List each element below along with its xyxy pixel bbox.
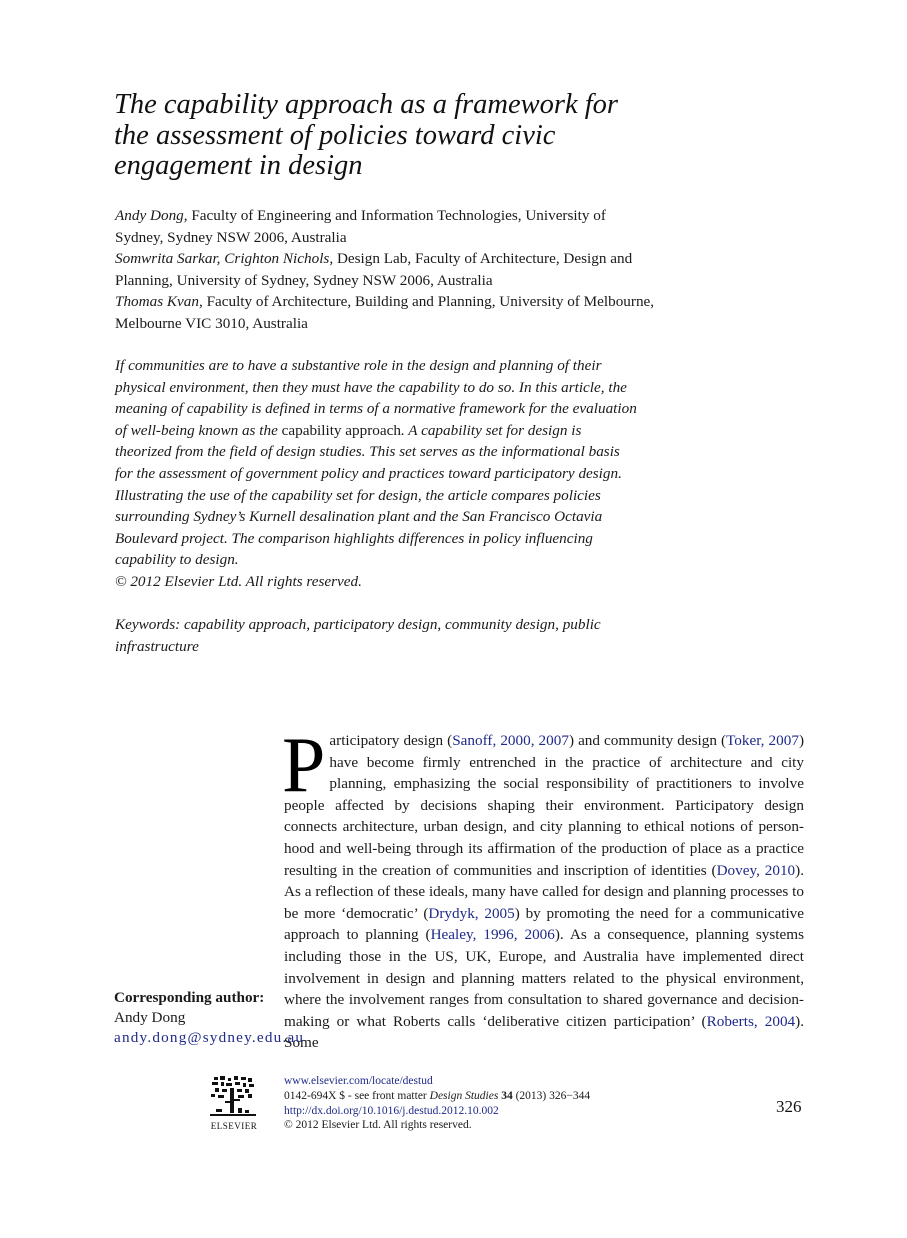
elsevier-wordmark: ELSEVIER xyxy=(210,1121,258,1131)
journal-volume: 34 xyxy=(501,1089,513,1102)
elsevier-logo: ELSEVIER xyxy=(208,1075,260,1133)
citation-link[interactable]: Healey, 1996, 2006 xyxy=(431,926,555,943)
corresponding-author: Corresponding author: Andy Dong andy.don… xyxy=(114,988,303,1048)
corresponding-author-label: Corresponding author: xyxy=(114,989,265,1006)
abstract-term: capability approach xyxy=(281,421,401,439)
body-text: articipatory design (Sanoff, 2000, 2007)… xyxy=(284,732,804,1051)
citation-line: 0142-694X $ - see front matter Design St… xyxy=(284,1089,644,1104)
doi-link[interactable]: http://dx.doi.org/10.1016/j.destud.2012.… xyxy=(284,1105,499,1117)
page-number: 326 xyxy=(776,1097,802,1116)
journal-year-pages: (2013) 326−344 xyxy=(512,1089,591,1102)
corresponding-author-email[interactable]: andy.dong@sydney.edu.au xyxy=(114,1029,304,1046)
abstract-copyright: © 2012 Elsevier Ltd. All rights reserved… xyxy=(115,572,362,590)
drop-cap: P xyxy=(282,721,326,808)
author-entry: Andy Dong, Faculty of Engineering and In… xyxy=(115,205,655,248)
footer-copyright: © 2012 Elsevier Ltd. All rights reserved… xyxy=(284,1119,472,1132)
footer-info: www.elsevier.com/locate/destud 0142-694X… xyxy=(284,1074,644,1133)
author-affiliation: Faculty of Engineering and Information T… xyxy=(115,207,606,246)
article-title: The capability approach as a framework f… xyxy=(114,89,618,181)
journal-url-link[interactable]: www.elsevier.com/locate/destud xyxy=(284,1075,433,1087)
citation-link[interactable]: Drydyk, 2005 xyxy=(428,905,514,922)
body-text-segment: ) and community design ( xyxy=(568,732,727,749)
abstract: If communities are to have a substantive… xyxy=(115,355,640,593)
keywords: Keywords: capability approach, participa… xyxy=(115,616,601,655)
body-paragraph: Participatory design (Sanoff, 2000, 2007… xyxy=(282,721,804,1054)
author-names: Somwrita Sarkar, Crighton Nichols, xyxy=(115,250,334,268)
author-entry: Thomas Kvan, Faculty of Architecture, Bu… xyxy=(115,291,655,334)
author-list: Andy Dong, Faculty of Engineering and In… xyxy=(115,205,655,335)
body-text-segment: ) have become firmly entrenched in the p… xyxy=(284,732,804,879)
elsevier-tree-icon xyxy=(210,1076,256,1116)
author-names: Andy Dong, xyxy=(115,207,188,224)
body-text-segment: articipatory design ( xyxy=(329,732,453,749)
corresponding-author-name: Andy Dong xyxy=(114,1009,186,1026)
citation-link[interactable]: Roberts, 2004 xyxy=(707,1013,796,1030)
journal-name: Design Studies xyxy=(429,1089,499,1102)
citation-link[interactable]: Toker, 2007 xyxy=(726,732,799,749)
issn-text: 0142-694X $ - see front matter xyxy=(284,1089,430,1102)
author-entry: Somwrita Sarkar, Crighton Nichols, Desig… xyxy=(115,248,655,291)
citation-link[interactable]: Dovey, 2010 xyxy=(717,862,796,879)
abstract-text: . A capability set for design is theoriz… xyxy=(115,421,622,569)
citation-link[interactable]: Sanoff, 2000, 2007 xyxy=(452,732,569,749)
author-names: Thomas Kvan, xyxy=(115,293,203,311)
